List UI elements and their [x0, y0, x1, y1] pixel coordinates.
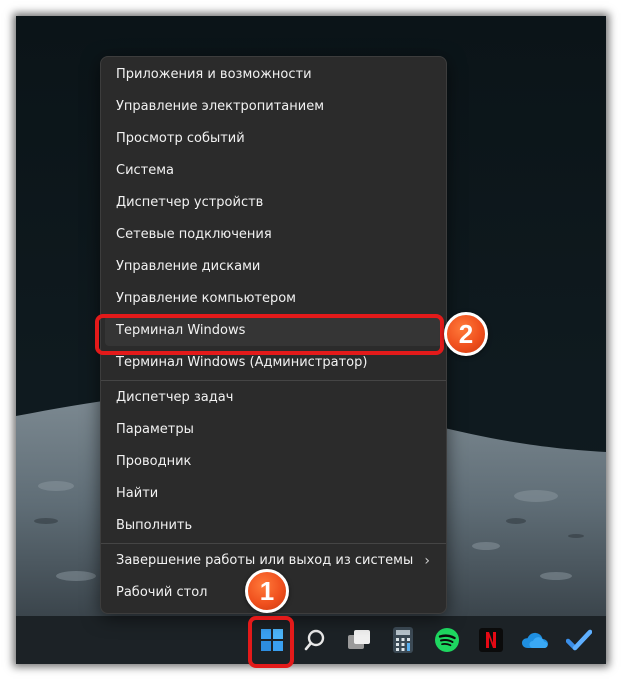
step-badge-2: 2 [444, 312, 488, 356]
menu-item-file-explorer[interactable]: Проводник [101, 447, 446, 477]
menu-item-search[interactable]: Найти [101, 479, 446, 509]
menu-item-power-options[interactable]: Управление электропитанием [101, 92, 446, 122]
menu-item-apps-and-features[interactable]: Приложения и возможности [101, 60, 446, 90]
task-view-icon[interactable] [344, 625, 374, 655]
menu-item-computer-management[interactable]: Управление компьютером [101, 284, 446, 314]
menu-item-task-manager[interactable]: Диспетчер задач [101, 383, 446, 413]
step-badge-1: 1 [245, 569, 289, 613]
todo-checkmark-icon[interactable] [564, 625, 594, 655]
onedrive-icon[interactable] [520, 625, 550, 655]
chevron-right-icon: › [424, 553, 430, 569]
menu-item-settings[interactable]: Параметры [101, 415, 446, 445]
menu-item-network-connections[interactable]: Сетевые подключения [101, 220, 446, 250]
highlight-box-terminal [95, 314, 444, 355]
spotify-icon[interactable] [432, 625, 462, 655]
taskbar [16, 616, 606, 664]
menu-separator [101, 543, 446, 544]
calculator-icon[interactable] [388, 625, 418, 655]
menu-separator [101, 380, 446, 381]
highlight-box-start-button [248, 616, 294, 668]
menu-item-disk-management[interactable]: Управление дисками [101, 252, 446, 282]
netflix-icon[interactable] [476, 625, 506, 655]
search-icon[interactable] [300, 625, 330, 655]
menu-item-device-manager[interactable]: Диспетчер устройств [101, 188, 446, 218]
menu-item-run[interactable]: Выполнить [101, 511, 446, 541]
menu-item-event-viewer[interactable]: Просмотр событий [101, 124, 446, 154]
menu-item-system[interactable]: Система [101, 156, 446, 186]
